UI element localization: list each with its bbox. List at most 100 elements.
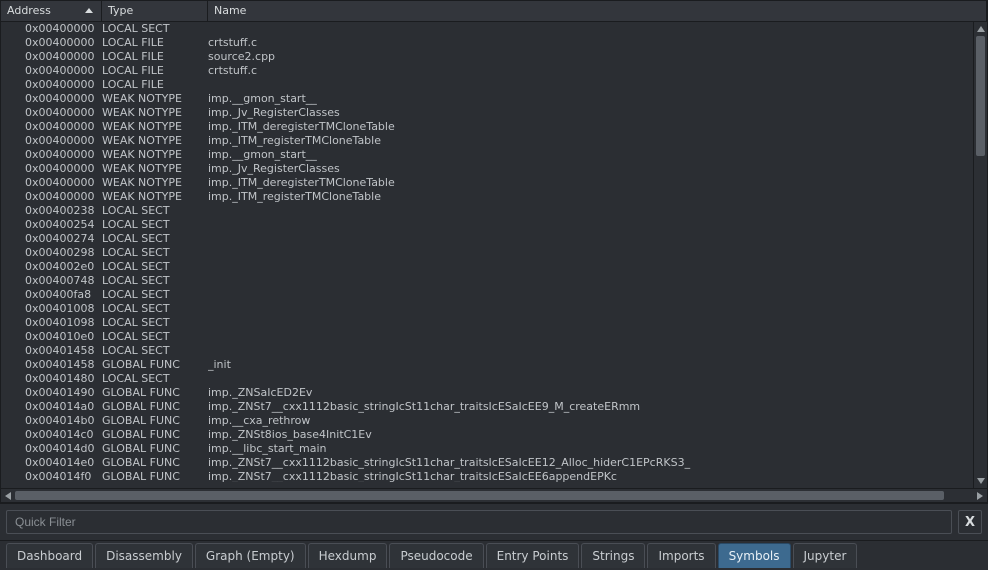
cell-address: 0x00400000 — [1, 190, 102, 204]
table-row[interactable]: 0x004014f0GLOBAL FUNCimp._ZNSt7__cxx1112… — [1, 470, 973, 484]
cell-name — [208, 260, 973, 274]
vertical-scrollbar[interactable] — [973, 22, 987, 488]
table-row[interactable]: 0x00400298LOCAL SECT — [1, 246, 973, 260]
horizontal-scroll-thumb[interactable] — [15, 491, 944, 500]
table-body[interactable]: 0x00400000LOCAL SECT0x00400000LOCAL FILE… — [1, 22, 973, 488]
cell-type: WEAK NOTYPE — [102, 92, 208, 106]
tab-dashboard[interactable]: Dashboard — [6, 543, 93, 568]
table-row[interactable]: 0x00400238LOCAL SECT — [1, 204, 973, 218]
cell-address: 0x00401458 — [1, 358, 102, 372]
cell-type: LOCAL SECT — [102, 372, 208, 386]
table-row[interactable]: 0x00400000LOCAL FILE — [1, 78, 973, 92]
cell-type: LOCAL SECT — [102, 22, 208, 36]
cell-type: LOCAL SECT — [102, 218, 208, 232]
cell-type: LOCAL SECT — [102, 232, 208, 246]
table-row[interactable]: 0x004014e0GLOBAL FUNCimp._ZNSt7__cxx1112… — [1, 456, 973, 470]
column-header-address[interactable]: Address — [1, 1, 102, 21]
column-header-type-label: Type — [108, 4, 133, 17]
symbols-table: Address Type Name 0x00400000LOCAL SECT0x… — [0, 0, 988, 503]
cell-address: 0x00400298 — [1, 246, 102, 260]
cell-type: LOCAL SECT — [102, 330, 208, 344]
table-row[interactable]: 0x00400000LOCAL SECT — [1, 22, 973, 36]
horizontal-scrollbar[interactable] — [1, 488, 987, 502]
tab-jupyter[interactable]: Jupyter — [793, 543, 858, 568]
table-row[interactable]: 0x004002e0LOCAL SECT — [1, 260, 973, 274]
cell-address: 0x00401480 — [1, 372, 102, 386]
table-row[interactable]: 0x00400000LOCAL FILEcrtstuff.c — [1, 36, 973, 50]
bottom-tabs: DashboardDisassemblyGraph (Empty)Hexdump… — [0, 540, 988, 570]
cell-name: imp._Jv_RegisterClasses — [208, 162, 973, 176]
cell-type: LOCAL FILE — [102, 64, 208, 78]
table-row[interactable]: 0x00400000WEAK NOTYPEimp._ITM_deregister… — [1, 120, 973, 134]
scroll-left-icon[interactable] — [1, 489, 15, 503]
scroll-down-icon[interactable] — [974, 474, 987, 488]
table-row[interactable]: 0x00400000WEAK NOTYPEimp.__gmon_start__ — [1, 92, 973, 106]
cell-type: LOCAL SECT — [102, 344, 208, 358]
cell-type: WEAK NOTYPE — [102, 120, 208, 134]
column-header-name[interactable]: Name — [208, 1, 987, 21]
cell-name — [208, 78, 973, 92]
scroll-up-icon[interactable] — [974, 22, 987, 36]
cell-name — [208, 22, 973, 36]
cell-address: 0x00400748 — [1, 274, 102, 288]
table-row[interactable]: 0x00400000WEAK NOTYPEimp._ITM_registerTM… — [1, 134, 973, 148]
table-row[interactable]: 0x00400748LOCAL SECT — [1, 274, 973, 288]
cell-address: 0x004014e0 — [1, 456, 102, 470]
cell-address: 0x00400238 — [1, 204, 102, 218]
table-row[interactable]: 0x00401480LOCAL SECT — [1, 372, 973, 386]
table-row[interactable]: 0x00400000WEAK NOTYPEimp._ITM_deregister… — [1, 176, 973, 190]
table-row[interactable]: 0x00400000LOCAL FILEcrtstuff.c — [1, 64, 973, 78]
cell-type: GLOBAL FUNC — [102, 456, 208, 470]
tab-strings[interactable]: Strings — [581, 543, 645, 568]
tab-entrypoints[interactable]: Entry Points — [486, 543, 580, 568]
table-row[interactable]: 0x004014d0GLOBAL FUNCimp.__libc_start_ma… — [1, 442, 973, 456]
cell-address: 0x004014b0 — [1, 414, 102, 428]
cell-name — [208, 344, 973, 358]
table-row[interactable]: 0x004010e0LOCAL SECT — [1, 330, 973, 344]
tab-symbols[interactable]: Symbols — [718, 543, 791, 568]
cell-name: imp.__cxa_rethrow — [208, 414, 973, 428]
cell-address: 0x00400000 — [1, 120, 102, 134]
tab-graph[interactable]: Graph (Empty) — [195, 543, 306, 568]
scroll-right-icon[interactable] — [973, 489, 987, 503]
table-row[interactable]: 0x00400000WEAK NOTYPEimp.__gmon_start__ — [1, 148, 973, 162]
tab-hexdump[interactable]: Hexdump — [308, 543, 388, 568]
table-row[interactable]: 0x004014c0GLOBAL FUNCimp._ZNSt8ios_base4… — [1, 428, 973, 442]
table-row[interactable]: 0x00401458GLOBAL FUNC_init — [1, 358, 973, 372]
cell-name — [208, 316, 973, 330]
table-row[interactable]: 0x00401458LOCAL SECT — [1, 344, 973, 358]
cell-type: WEAK NOTYPE — [102, 190, 208, 204]
cell-address: 0x00400000 — [1, 148, 102, 162]
cell-type: LOCAL FILE — [102, 78, 208, 92]
table-row[interactable]: 0x004014a0GLOBAL FUNCimp._ZNSt7__cxx1112… — [1, 400, 973, 414]
tab-imports[interactable]: Imports — [647, 543, 715, 568]
table-row[interactable]: 0x00400fa8LOCAL SECT — [1, 288, 973, 302]
table-row[interactable]: 0x00401098LOCAL SECT — [1, 316, 973, 330]
table-row[interactable]: 0x004014b0GLOBAL FUNCimp.__cxa_rethrow — [1, 414, 973, 428]
cell-type: LOCAL SECT — [102, 288, 208, 302]
cell-name: imp._ZNSt7__cxx1112basic_stringIcSt11cha… — [208, 400, 973, 414]
table-row[interactable]: 0x00400000WEAK NOTYPEimp._ITM_registerTM… — [1, 190, 973, 204]
cell-address: 0x00400000 — [1, 36, 102, 50]
tab-pseudocode[interactable]: Pseudocode — [389, 543, 483, 568]
table-row[interactable]: 0x00400000LOCAL FILEsource2.cpp — [1, 50, 973, 64]
column-header-type[interactable]: Type — [102, 1, 208, 21]
table-row[interactable]: 0x00400000WEAK NOTYPEimp._Jv_RegisterCla… — [1, 162, 973, 176]
cell-type: LOCAL SECT — [102, 316, 208, 330]
quick-filter-input[interactable] — [6, 510, 952, 534]
table-row[interactable]: 0x00400274LOCAL SECT — [1, 232, 973, 246]
sort-ascending-icon — [85, 8, 93, 13]
clear-filter-button[interactable]: X — [958, 510, 982, 534]
table-row[interactable]: 0x00401008LOCAL SECT — [1, 302, 973, 316]
horizontal-scroll-track[interactable] — [15, 489, 973, 502]
table-row[interactable]: 0x00400254LOCAL SECT — [1, 218, 973, 232]
vertical-scroll-thumb[interactable] — [976, 36, 985, 156]
tab-disassembly[interactable]: Disassembly — [95, 543, 193, 568]
cell-address: 0x004014c0 — [1, 428, 102, 442]
table-row[interactable]: 0x00400000WEAK NOTYPEimp._Jv_RegisterCla… — [1, 106, 973, 120]
cell-name: crtstuff.c — [208, 64, 973, 78]
cell-type: GLOBAL FUNC — [102, 442, 208, 456]
cell-name: imp.__gmon_start__ — [208, 148, 973, 162]
table-row[interactable]: 0x00401490GLOBAL FUNCimp._ZNSaIcED2Ev — [1, 386, 973, 400]
cell-name: crtstuff.c — [208, 36, 973, 50]
